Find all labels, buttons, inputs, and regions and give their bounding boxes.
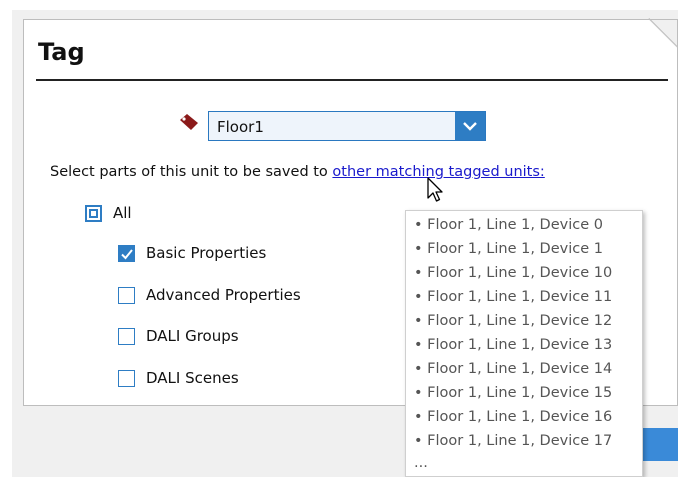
checkbox-basic-properties[interactable] <box>118 245 135 262</box>
chevron-down-icon <box>463 122 477 131</box>
checkbox-dali-scenes[interactable] <box>118 370 135 387</box>
tooltip-list-item: • Floor 1, Line 1, Device 15 <box>414 385 613 401</box>
checkmark-icon <box>121 249 133 260</box>
primary-action-button[interactable] <box>640 428 678 461</box>
tooltip-more-indicator: ... <box>414 455 428 471</box>
tooltip-list-item: • Floor 1, Line 1, Device 12 <box>414 313 613 329</box>
tooltip-list-item: • Floor 1, Line 1, Device 10 <box>414 265 613 281</box>
checkbox-label: Advanced Properties <box>146 286 301 304</box>
checkbox-dali-groups[interactable] <box>118 328 135 345</box>
checkbox-all-label: All <box>113 204 132 222</box>
checkbox-label: Basic Properties <box>146 244 267 262</box>
checkbox-all[interactable] <box>85 205 102 222</box>
title-divider <box>36 79 668 81</box>
tooltip-list-item: • Floor 1, Line 1, Device 11 <box>414 289 613 305</box>
checkbox-advanced-properties[interactable] <box>118 287 135 304</box>
tag-select-value: Floor1 <box>217 118 264 136</box>
tag-select-dropdown-button[interactable] <box>455 112 485 140</box>
instruction-text: Select parts of this unit to be saved to… <box>50 164 545 180</box>
tooltip-list-item: • Floor 1, Line 1, Device 17 <box>414 433 613 449</box>
tag-icon <box>178 113 200 131</box>
tooltip-list-item: • Floor 1, Line 1, Device 16 <box>414 409 613 425</box>
tooltip-list-item: • Floor 1, Line 1, Device 0 <box>414 217 603 233</box>
tooltip-list-item: • Floor 1, Line 1, Device 1 <box>414 241 603 257</box>
checkbox-label: DALI Scenes <box>146 369 239 387</box>
instruction-prefix: Select parts of this unit to be saved to <box>50 164 333 180</box>
tag-select[interactable]: Floor1 <box>208 111 486 141</box>
checkbox-label: DALI Groups <box>146 327 239 345</box>
tooltip-list-item: • Floor 1, Line 1, Device 13 <box>414 337 613 353</box>
matching-units-tooltip: • Floor 1, Line 1, Device 0 • Floor 1, L… <box>405 210 643 477</box>
tooltip-list-item: • Floor 1, Line 1, Device 14 <box>414 361 613 377</box>
panel-title: Tag <box>38 38 85 66</box>
mouse-pointer-icon <box>424 176 446 206</box>
